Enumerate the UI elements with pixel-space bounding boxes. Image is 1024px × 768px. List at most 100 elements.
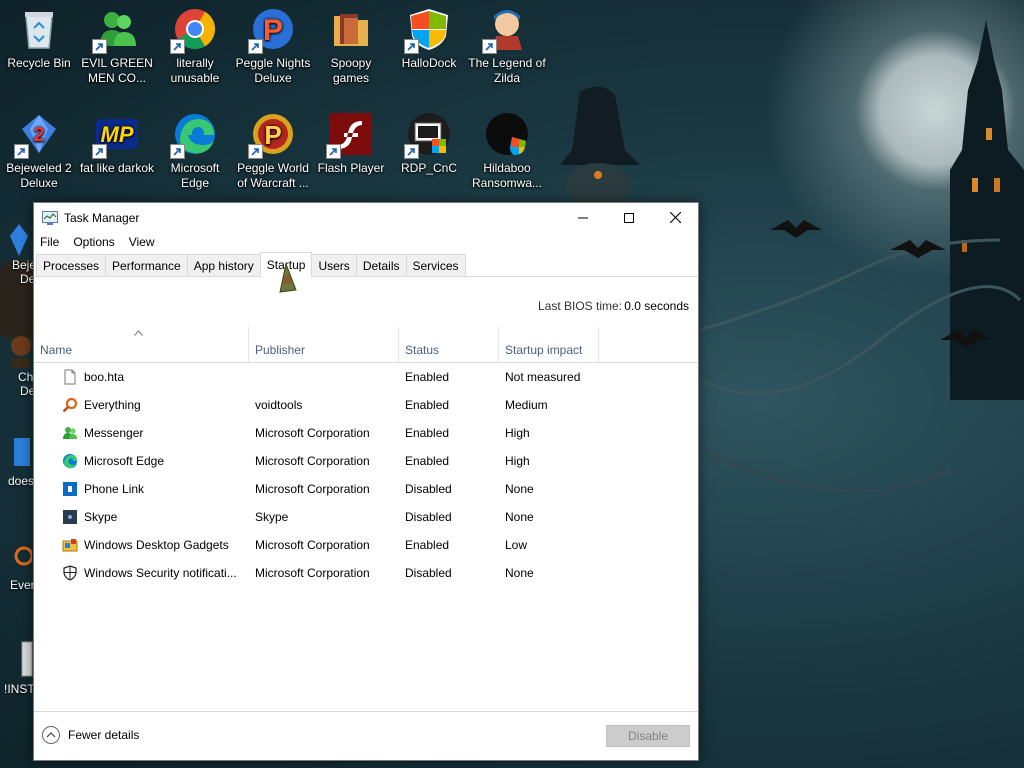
table-row[interactable]: Phone Link Microsoft Corporation Disable… <box>34 475 698 503</box>
table-row[interactable]: boo.hta Enabled Not measured <box>34 363 698 391</box>
desktop-icon-label: Beje <box>12 258 34 272</box>
desktop-icon-peggle-world-of-warcraft[interactable]: P Peggle World of Warcraft ... <box>234 105 312 191</box>
table-row[interactable]: Everything voidtools Enabled Medium <box>34 391 698 419</box>
title-bar[interactable]: Task Manager <box>34 203 698 232</box>
desktop-icon-hildaboo-ransomware[interactable]: Hildaboo Ransomwa... <box>468 105 546 191</box>
row-publisher: Microsoft Corporation <box>255 538 370 552</box>
column-header-name[interactable]: Name <box>34 327 249 362</box>
desktop-icon-legend-of-zilda[interactable]: The Legend of Zilda <box>468 0 546 86</box>
tab-services[interactable]: Services <box>405 254 466 276</box>
desktop-icon-fat-like-darkok[interactable]: MP fat like darkok <box>78 105 156 176</box>
row-status: Enabled <box>405 398 450 412</box>
table-row[interactable]: Windows Desktop Gadgets Microsoft Corpor… <box>34 531 698 559</box>
document-icon <box>14 438 30 466</box>
shortcut-arrow-icon <box>14 144 29 159</box>
desktop-icon-label: Peggle World of Warcraft ... <box>237 161 309 190</box>
desktop-icon-label: RDP_CnC <box>400 161 457 175</box>
shortcut-arrow-icon <box>248 144 263 159</box>
tab-users[interactable]: Users <box>311 254 357 276</box>
row-impact: Not measured <box>505 370 581 384</box>
row-name: Skype <box>84 510 118 524</box>
menu-view[interactable]: View <box>129 235 155 249</box>
minimize-button[interactable] <box>560 203 606 232</box>
desktop-icon-label: The Legend of Zilda <box>468 56 546 85</box>
messenger-icon <box>63 427 77 439</box>
footer-bar: Fewer details Disable <box>34 711 698 760</box>
table-row[interactable]: Messenger Microsoft Corporation Enabled … <box>34 419 698 447</box>
row-publisher: Microsoft Corporation <box>255 454 370 468</box>
desktop-icon-bejeweled[interactable]: 2 Bejeweled 2 Deluxe <box>0 105 78 191</box>
table-row[interactable]: Skype Skype Disabled None <box>34 503 698 531</box>
column-header-label: Status <box>405 343 440 357</box>
svg-text:P: P <box>264 120 281 150</box>
desktop-icon-label: Peggle Nights Deluxe <box>235 56 311 85</box>
row-name: Phone Link <box>84 482 145 496</box>
chevron-up-icon <box>42 726 60 744</box>
desktop-icon-recycle-bin[interactable]: Recycle Bin <box>0 0 78 71</box>
magnifier-icon <box>14 546 34 566</box>
menu-bar: File Options View <box>34 232 698 252</box>
desktop-icon-partial[interactable]: !INST <box>0 638 34 696</box>
row-status: Disabled <box>405 482 452 496</box>
ransomware-icon <box>486 113 528 155</box>
desktop-icon-microsoft-edge[interactable]: Microsoft Edge <box>156 105 234 191</box>
desktop-icon-label: does <box>8 474 34 488</box>
shortcut-arrow-icon <box>170 144 185 159</box>
fewer-details-button[interactable]: Fewer details <box>42 726 139 744</box>
desktop-icon-evil-green-men[interactable]: EVIL GREEN MEN CO... <box>78 0 156 86</box>
row-status: Enabled <box>405 538 450 552</box>
desktop-icon-rdp-cnc[interactable]: RDP_CnC <box>390 105 468 176</box>
desktop-icon-partial[interactable]: Ch De <box>0 328 34 398</box>
phone-link-icon <box>63 482 77 496</box>
row-name: Everything <box>84 398 141 412</box>
tab-details[interactable]: Details <box>355 254 407 276</box>
magnifier-icon <box>62 397 78 413</box>
tab-processes[interactable]: Processes <box>36 254 107 276</box>
desktop-icon-label: Ever <box>10 578 34 592</box>
row-publisher: Skype <box>255 510 289 524</box>
recycle-bin-icon <box>25 12 53 49</box>
row-status: Disabled <box>405 566 452 580</box>
tab-app-history[interactable]: App history <box>186 254 261 276</box>
desktop-icon-flash-player[interactable]: Flash Player <box>312 105 390 176</box>
row-status: Enabled <box>405 454 450 468</box>
row-name: Messenger <box>84 426 144 440</box>
desktop-icon-label: Bejeweled 2 Deluxe <box>6 161 72 190</box>
row-impact: None <box>505 482 534 496</box>
svg-text:2: 2 <box>33 124 44 146</box>
column-header-status[interactable]: Status <box>399 327 499 362</box>
row-name: Windows Security notificati... <box>84 566 237 580</box>
desktop-icon-literally-unusable[interactable]: literally unusable <box>156 0 234 86</box>
row-status: Enabled <box>405 370 450 384</box>
installer-icon <box>21 641 33 677</box>
disable-button[interactable]: Disable <box>606 725 690 747</box>
row-publisher: Microsoft Corporation <box>255 566 370 580</box>
desktop-icon-spoopy-games[interactable]: Spoopy games <box>312 0 390 86</box>
sort-up-icon <box>134 330 143 336</box>
menu-options[interactable]: Options <box>73 235 114 249</box>
desktop-icon-hallodock[interactable]: HalloDock <box>390 0 468 71</box>
column-header-startup-impact[interactable]: Startup impact <box>499 327 599 362</box>
row-impact: Medium <box>505 398 548 412</box>
shortcut-arrow-icon <box>482 39 497 54</box>
desktop-icon-partial[interactable]: does <box>0 432 34 488</box>
desktop-icon-peggle-nights[interactable]: P Peggle Nights Deluxe <box>234 0 312 86</box>
row-name: Windows Desktop Gadgets <box>84 538 229 552</box>
row-name: Microsoft Edge <box>84 454 165 468</box>
desktop-icon-label: Flash Player <box>317 161 385 175</box>
maximize-button[interactable] <box>606 203 652 232</box>
tab-performance[interactable]: Performance <box>105 254 188 276</box>
close-button[interactable] <box>652 203 698 232</box>
bios-time-value: 0.0 seconds <box>624 299 689 313</box>
task-manager-window[interactable]: Task Manager File Options View Processes… <box>33 202 699 761</box>
menu-file[interactable]: File <box>40 235 59 249</box>
table-row[interactable]: Microsoft Edge Microsoft Corporation Ena… <box>34 447 698 475</box>
column-header-publisher[interactable]: Publisher <box>249 327 399 362</box>
desktop-icon-partial[interactable]: Beje De <box>0 222 34 286</box>
shortcut-arrow-icon <box>92 39 107 54</box>
table-row[interactable]: Windows Security notificati... Microsoft… <box>34 559 698 587</box>
fewer-details-label: Fewer details <box>68 728 140 742</box>
desktop-icon-partial[interactable]: Ever <box>0 536 34 592</box>
desktop-icon-label: literally unusable <box>170 56 220 85</box>
gadgets-icon <box>62 539 78 552</box>
